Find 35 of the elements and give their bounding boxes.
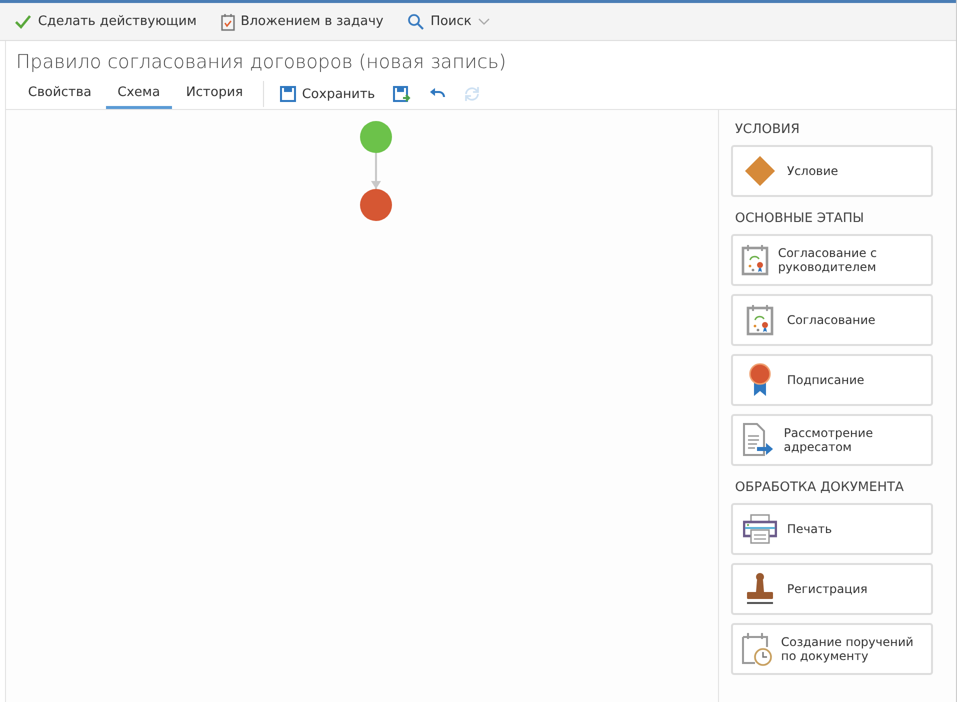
check-icon xyxy=(14,14,32,30)
save-button[interactable]: Сохранить xyxy=(274,84,382,104)
calendar-icon xyxy=(746,304,774,336)
start-node[interactable] xyxy=(360,121,392,153)
page-title: Правило согласования договоров (новая запись) xyxy=(16,50,508,75)
tab[interactable]: История xyxy=(174,79,255,109)
section-heading: ОСНОВНЫЕ ЭТАПЫ xyxy=(735,211,865,226)
calendar-icon xyxy=(741,244,770,276)
palette-item[interactable]: Регистрация xyxy=(731,563,933,615)
palette-item[interactable]: Рассмотрение адресатом xyxy=(731,414,933,466)
tab[interactable]: Свойства xyxy=(16,79,104,109)
section-heading: УСЛОВИЯ xyxy=(735,122,801,137)
undo-icon xyxy=(429,88,446,100)
calendar-check-icon xyxy=(220,12,235,30)
save-icon xyxy=(280,86,296,102)
search-button[interactable]: Поиск xyxy=(405,11,492,32)
toolbar-button[interactable]: Вложением в задачу xyxy=(218,10,386,32)
palette-item[interactable]: Создание поручений по документу xyxy=(731,623,933,675)
toolbar-button[interactable]: Сделать действующим xyxy=(12,12,199,32)
palette-item[interactable]: Печать xyxy=(731,503,933,555)
end-node[interactable] xyxy=(360,189,392,221)
palette-item[interactable]: Условие xyxy=(731,145,933,197)
stamp-icon xyxy=(744,572,776,606)
calendar-clock-icon xyxy=(741,632,773,666)
section-heading: ОБРАБОТКА ДОКУМЕНТА xyxy=(735,480,905,495)
diamond-icon xyxy=(744,155,776,187)
palette-item[interactable]: Согласование xyxy=(731,294,933,346)
document-arrow-icon xyxy=(742,423,774,457)
printer-icon xyxy=(743,514,777,544)
medal-icon xyxy=(748,363,772,397)
search-icon xyxy=(407,13,424,30)
refresh-icon xyxy=(463,85,482,103)
palette-item[interactable]: Подписание xyxy=(731,354,933,406)
palette-item[interactable]: Согласование с руководителем xyxy=(731,234,933,286)
save-as-icon xyxy=(393,86,412,102)
